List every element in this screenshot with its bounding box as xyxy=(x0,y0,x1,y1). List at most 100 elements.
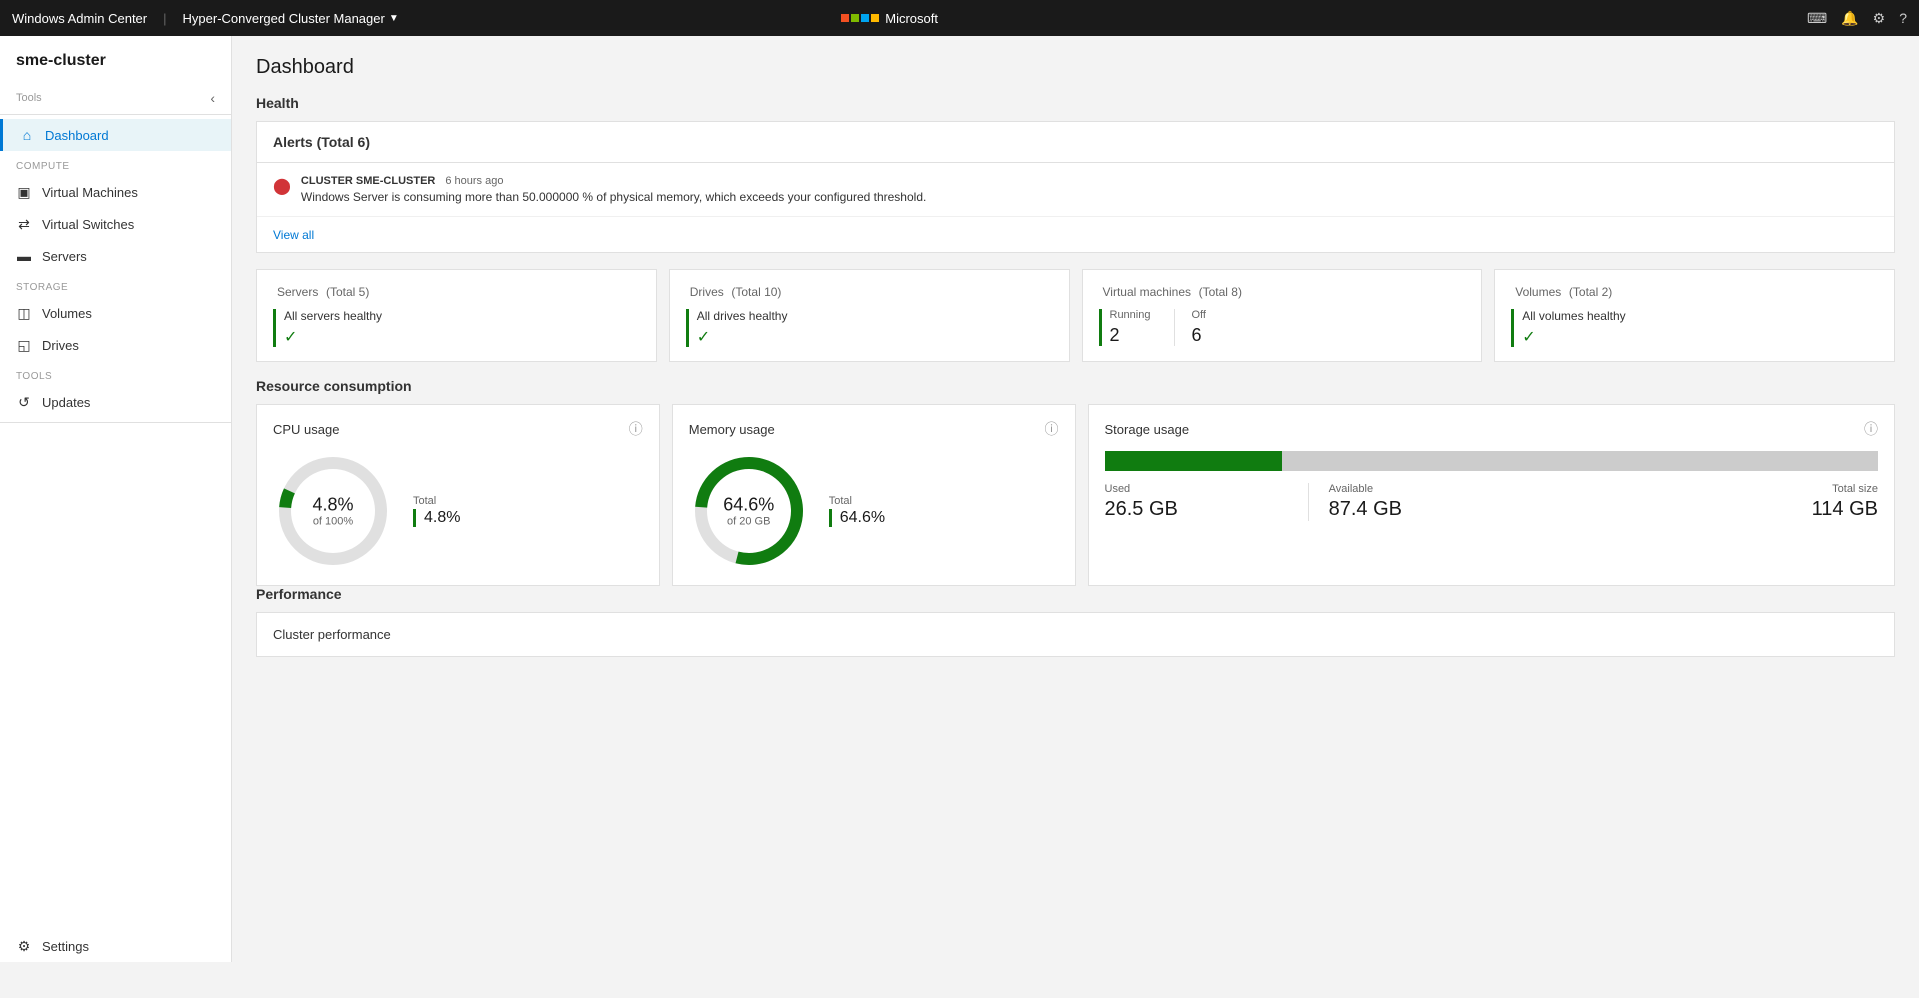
storage-info-icon[interactable]: ⓘ xyxy=(1864,419,1878,439)
cpu-donut-container: 4.8% of 100% Total 4.8% xyxy=(273,451,643,571)
storage-label: STORAGE xyxy=(0,272,231,297)
manager-title[interactable]: Hyper-Converged Cluster Manager ▼ xyxy=(183,11,399,26)
cpu-legend: Total 4.8% xyxy=(413,495,460,527)
vm-off-value: 6 xyxy=(1191,325,1205,346)
memory-info-icon[interactable]: ⓘ xyxy=(1045,419,1059,439)
sidebar-item-volumes[interactable]: ◫ Volumes xyxy=(0,297,231,329)
storage-bar-bg xyxy=(1105,451,1879,471)
memory-of-label: of 20 GB xyxy=(723,516,774,528)
performance-card: Cluster performance xyxy=(256,612,1895,657)
volumes-card-title: Volumes (Total 2) xyxy=(1511,284,1878,299)
alert-cluster: CLUSTER SME-CLUSTER xyxy=(301,175,435,187)
app-title: Windows Admin Center xyxy=(12,11,147,26)
vm-stats: Running 2 Off 6 xyxy=(1099,309,1466,346)
memory-total-value: 64.6% xyxy=(829,509,885,527)
storage-divider xyxy=(1308,483,1309,521)
vm-off-stat: Off 6 xyxy=(1174,309,1221,346)
memory-card: Memory usage ⓘ 64.6% of 20 GB Total 6 xyxy=(672,404,1076,586)
storage-used-stat: Used 26.5 GB xyxy=(1105,483,1288,521)
settings-icon[interactable]: ⚙ xyxy=(1873,10,1886,27)
drives-check-icon: ✓ xyxy=(697,329,710,346)
memory-card-title: Memory usage ⓘ xyxy=(689,419,1059,439)
storage-total-label: Total size xyxy=(1512,483,1878,495)
cluster-performance-title: Cluster performance xyxy=(273,627,1878,642)
memory-donut: 64.6% of 20 GB xyxy=(689,451,809,571)
cpu-total-label: Total xyxy=(413,495,460,507)
drives-card-title: Drives (Total 10) xyxy=(686,284,1053,299)
memory-donut-label: 64.6% of 20 GB xyxy=(723,495,774,528)
resource-section-title: Resource consumption xyxy=(256,378,1895,394)
sidebar-divider-2 xyxy=(0,422,231,423)
alert-header: CLUSTER SME-CLUSTER 6 hours ago xyxy=(301,175,1878,187)
help-icon[interactable]: ? xyxy=(1899,10,1907,26)
topbar-right: ⌨ 🔔 ⚙ ? xyxy=(1807,10,1907,27)
memory-donut-container: 64.6% of 20 GB Total 64.6% xyxy=(689,451,1059,571)
sidebar-divider-1 xyxy=(0,114,231,115)
sidebar-item-dashboard[interactable]: ⌂ Dashboard xyxy=(0,119,231,151)
microsoft-label: Microsoft xyxy=(885,11,938,26)
storage-available-stat: Available 87.4 GB xyxy=(1329,483,1512,521)
volumes-healthy: All volumes healthy ✓ xyxy=(1511,309,1625,347)
alert-body: CLUSTER SME-CLUSTER 6 hours ago Windows … xyxy=(301,175,1878,204)
drives-healthy: All drives healthy ✓ xyxy=(686,309,788,347)
storage-total-stat: Total size 114 GB xyxy=(1512,483,1878,521)
memory-legend: Total 64.6% xyxy=(829,495,885,527)
sidebar-item-servers[interactable]: ▬ Servers xyxy=(0,240,231,272)
alert-error-icon: ⬤ xyxy=(273,176,291,196)
storage-available-value: 87.4 GB xyxy=(1329,498,1512,521)
status-cards-row: Servers (Total 5) All servers healthy ✓ … xyxy=(256,269,1895,362)
collapse-icon[interactable]: ‹ xyxy=(210,90,215,106)
sidebar-item-drives[interactable]: ◱ Drives xyxy=(0,329,231,361)
storage-card-title: Storage usage ⓘ xyxy=(1105,419,1879,439)
storage-bar-wrap xyxy=(1105,451,1879,471)
vm-running-label: Running xyxy=(1110,309,1151,321)
alert-message: Windows Server is consuming more than 50… xyxy=(301,190,1878,204)
sidebar: sme-cluster Tools ‹ ⌂ Dashboard COMPUTE … xyxy=(0,36,232,962)
tools-section-label: TOOLS xyxy=(0,361,231,386)
cpu-info-icon[interactable]: ⓘ xyxy=(629,419,643,439)
sidebar-item-virtual-switches[interactable]: ⇄ Virtual Switches xyxy=(0,208,231,240)
storage-total-value: 114 GB xyxy=(1512,498,1878,521)
storage-bar-fill xyxy=(1105,451,1283,471)
volumes-card: Volumes (Total 2) All volumes healthy ✓ xyxy=(1494,269,1895,362)
sidebar-item-virtual-machines[interactable]: ▣ Virtual Machines xyxy=(0,176,231,208)
vm-card-title: Virtual machines (Total 8) xyxy=(1099,284,1466,299)
bell-icon[interactable]: 🔔 xyxy=(1841,10,1858,27)
cpu-of-label: of 100% xyxy=(312,516,353,528)
servers-card-title: Servers (Total 5) xyxy=(273,284,640,299)
cluster-name: sme-cluster xyxy=(0,36,231,82)
vm-icon: ▣ xyxy=(16,184,32,200)
cpu-donut: 4.8% of 100% xyxy=(273,451,393,571)
storage-used-value: 26.5 GB xyxy=(1105,498,1288,521)
view-all-link[interactable]: View all xyxy=(273,228,314,242)
sidebar-item-updates[interactable]: ↺ Updates xyxy=(0,386,231,418)
terminal-icon[interactable]: ⌨ xyxy=(1807,10,1827,27)
drives-card: Drives (Total 10) All drives healthy ✓ xyxy=(669,269,1070,362)
updates-icon: ↺ xyxy=(16,394,32,410)
alert-row: ⬤ CLUSTER SME-CLUSTER 6 hours ago Window… xyxy=(257,163,1894,217)
memory-percentage: 64.6% xyxy=(723,495,774,516)
volumes-icon: ◫ xyxy=(16,305,32,321)
servers-healthy: All servers healthy ✓ xyxy=(273,309,382,347)
page-title: Dashboard xyxy=(256,56,1895,79)
view-all-container: View all xyxy=(257,217,1894,252)
microsoft-logo xyxy=(841,14,879,22)
tools-header: Tools ‹ xyxy=(0,82,231,110)
cpu-card-title: CPU usage ⓘ xyxy=(273,419,643,439)
drives-card-content: All drives healthy ✓ xyxy=(686,309,1053,347)
dashboard-icon: ⌂ xyxy=(19,127,35,143)
storage-stats: Used 26.5 GB Available 87.4 GB Total siz… xyxy=(1105,483,1879,521)
storage-card: Storage usage ⓘ Used 26.5 GB Available 8… xyxy=(1088,404,1896,586)
alerts-card: Alerts (Total 6) ⬤ CLUSTER SME-CLUSTER 6… xyxy=(256,121,1895,253)
settings-item[interactable]: ⚙ Settings xyxy=(0,930,231,962)
health-section-title: Health xyxy=(256,95,1895,111)
compute-label: COMPUTE xyxy=(0,151,231,176)
cpu-card: CPU usage ⓘ 4.8% of 100% Total 4.8% xyxy=(256,404,660,586)
servers-card: Servers (Total 5) All servers healthy ✓ xyxy=(256,269,657,362)
servers-healthy-text: All servers healthy xyxy=(284,309,382,323)
performance-section-title: Performance xyxy=(256,586,1895,602)
topbar-center: Microsoft xyxy=(841,11,938,26)
settings-nav-icon: ⚙ xyxy=(16,938,32,954)
cpu-total-value: 4.8% xyxy=(413,509,460,527)
volumes-card-content: All volumes healthy ✓ xyxy=(1511,309,1878,347)
